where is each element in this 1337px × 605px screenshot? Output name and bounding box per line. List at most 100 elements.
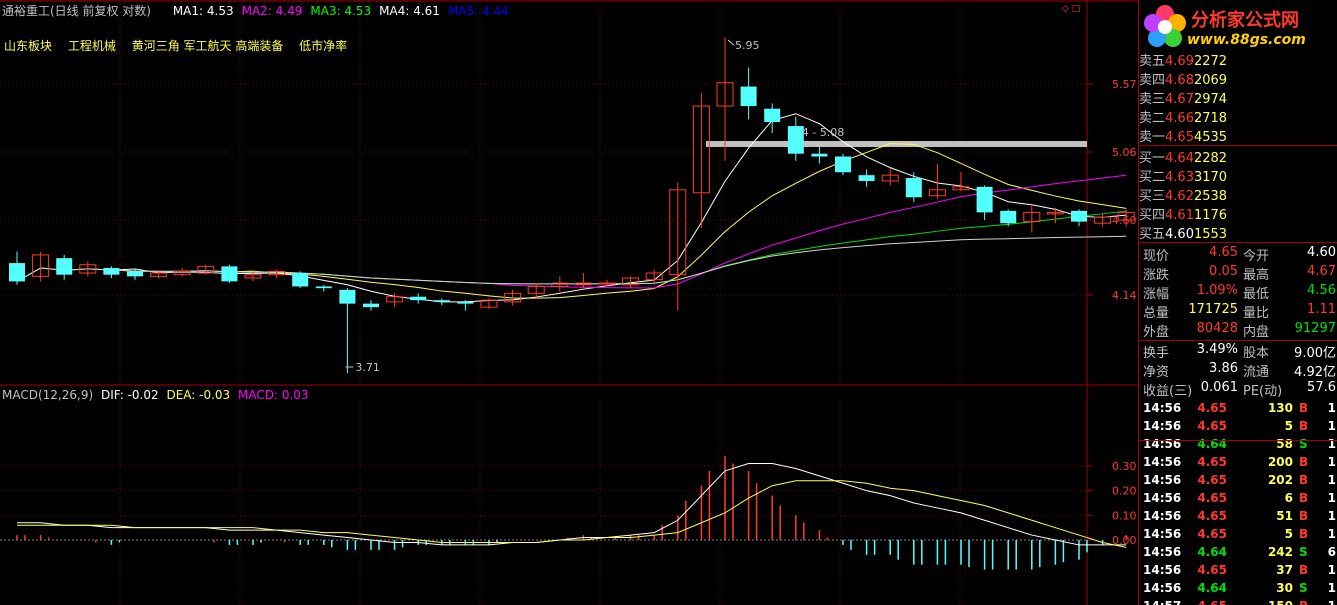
orderbook-label: 买五	[1139, 227, 1166, 242]
stat-value: 1.11	[1307, 302, 1336, 317]
tick-volume: 202	[1267, 473, 1293, 487]
chart-canvas[interactable]: 5.575.064.604.145.953.714 - 5.080.300.20…	[0, 0, 1138, 605]
window-icons[interactable]: ◇ □	[1062, 4, 1080, 14]
macd-dea: DEA: -0.03	[166, 388, 231, 402]
orderbook-label: 卖三	[1139, 92, 1166, 107]
orderbook-label: 买二	[1139, 170, 1166, 185]
tick-side: B	[1299, 599, 1308, 605]
orderbook-volume: 2272	[1193, 54, 1228, 69]
ma-label-5: MA5: 4.44	[447, 4, 509, 18]
tick-volume: 130	[1267, 401, 1293, 415]
orderbook-volume: 3170	[1193, 170, 1228, 185]
candle-body-down	[1000, 210, 1017, 224]
tick-side: B	[1299, 563, 1309, 577]
stat-row: 收益(三) 0.061 PE(动) 57.6	[1139, 380, 1337, 399]
high-annotation: 5.95	[735, 39, 760, 52]
concept-tags: 山东板块 工程机械 黄河三角 军工航天 高端装备 低市净率	[4, 37, 359, 54]
divider-line	[1139, 340, 1337, 341]
tick-side: B	[1299, 491, 1309, 505]
tick-side: B	[1299, 473, 1309, 487]
logo: 分析家公式网 www.88gs.com	[1139, 0, 1337, 54]
tick-price: 4.65	[1197, 563, 1227, 577]
concept-tag[interactable]: 工程机械	[68, 39, 116, 53]
ma-label-4: MA4: 4.61	[379, 4, 440, 18]
tick-row: 14:56 4.65 51 B 1	[1139, 509, 1337, 527]
orderbook-label: 卖四	[1139, 73, 1166, 88]
stat-value: 4.65	[1209, 245, 1238, 260]
orderbook-row: 买二4.633170	[1139, 166, 1337, 185]
candle-body-down	[457, 301, 474, 304]
stat-label: 收益(三)	[1143, 384, 1193, 399]
candle-body-down	[858, 175, 875, 181]
concept-tag[interactable]: 黄河三角 军工航天 高端装备	[132, 39, 284, 53]
orderbook-row: 卖三4.672974	[1139, 88, 1337, 107]
candle-body-down	[315, 286, 332, 289]
tick-time: 14:56	[1143, 509, 1182, 523]
divider-line	[1139, 242, 1337, 243]
tick-time: 14:56	[1143, 563, 1182, 577]
stat-row: 现价 4.65 今开 4.60	[1139, 245, 1337, 264]
tick-volume: 5	[1284, 527, 1293, 541]
stat-row: 换手 3.49% 股本 9.00亿	[1139, 342, 1337, 361]
divider-line	[1139, 145, 1337, 146]
kline-chart-area[interactable]: 5.57 5.06 4.60 4.14 5.95 3.71 4 - 5.08 0.30 0.20…	[0, 0, 1138, 605]
tick-side: S	[1299, 545, 1308, 559]
stock-title: 通裕重工(日线 前复权 对数)	[2, 4, 151, 18]
high-pointer	[727, 39, 735, 46]
stat-row: 涨幅 1.09% 最低 4.56	[1139, 283, 1337, 302]
price-axis-label: 5.06	[1112, 146, 1137, 159]
candle-body-down	[339, 289, 356, 304]
quote-panel: 分析家公式网 www.88gs.com 卖五4.692272 卖四4.682069…	[1138, 0, 1337, 605]
orderbook-row: 卖五4.692272	[1139, 50, 1337, 69]
tick-row: 14:56 4.64 30 S 1	[1139, 581, 1337, 599]
orderbook-volume: 4535	[1193, 130, 1228, 145]
stat-value: 0.05	[1209, 264, 1238, 279]
flower-logo-icon	[1144, 5, 1186, 47]
macd-axis-label: 0.30	[1112, 460, 1137, 473]
macd-header: MACD(12,26,9) DIF: -0.02 DEA: -0.03 MACD…	[2, 388, 313, 402]
candle-body-down	[9, 263, 25, 282]
chart-header: 通裕重工(日线 前复权 对数) MA1: 4.53 MA2: 4.49 MA3: 4…	[2, 2, 521, 19]
tick-count: 6	[1327, 545, 1336, 559]
stat-label: 内盘	[1243, 325, 1270, 340]
tick-row: 14:56 4.65 5 B 1	[1139, 419, 1337, 437]
concept-tag[interactable]: 低市净率	[299, 39, 347, 53]
orderbook-label: 买四	[1139, 208, 1166, 223]
concept-tag[interactable]: 山东板块	[4, 39, 52, 53]
orderbook-price: 4.65	[1165, 130, 1194, 145]
macd-dif: DIF: -0.02	[100, 388, 159, 402]
stat-label: 今开	[1243, 249, 1270, 264]
orderbook-price: 4.61	[1165, 208, 1194, 223]
tick-time: 14:56	[1143, 455, 1182, 469]
logo-title: 分析家公式网	[1191, 10, 1299, 31]
tick-side: B	[1299, 527, 1309, 541]
tick-row: 14:56 4.65 200 B 1	[1139, 455, 1337, 473]
tick-price: 4.65	[1197, 473, 1227, 487]
divider-line	[1139, 440, 1337, 441]
tick-price: 4.65	[1197, 527, 1227, 541]
logo-url: www.88gs.com	[1187, 32, 1306, 48]
orderbook-volume: 1553	[1193, 227, 1228, 242]
orderbook-label: 卖五	[1139, 54, 1166, 69]
tick-row: 14:56 4.65 5 B 1	[1139, 527, 1337, 545]
orderbook-volume: 2069	[1193, 73, 1228, 88]
tick-volume: 51	[1276, 509, 1293, 523]
candle-body-down	[221, 266, 238, 282]
tick-volume: 242	[1267, 545, 1293, 559]
candle-body-down	[905, 178, 922, 198]
stat-value: 3.86	[1209, 361, 1238, 376]
stat-label: 最高	[1243, 268, 1270, 283]
candle-body-down	[56, 258, 73, 275]
candle-body-up	[598, 282, 616, 285]
tick-volume: 30	[1276, 581, 1293, 595]
tick-volume: 5	[1284, 419, 1293, 433]
candle-body-down	[103, 268, 120, 275]
stat-value: 1.09%	[1196, 283, 1238, 298]
stat-label: PE(动)	[1243, 384, 1283, 399]
orderbook-row: 卖一4.654535	[1139, 126, 1337, 145]
macd-axis-label: 0.10	[1112, 509, 1137, 522]
tick-side: B	[1299, 509, 1309, 523]
tick-count: 1	[1328, 599, 1336, 605]
orderbook-price: 4.63	[1165, 170, 1194, 185]
candle-body-down	[976, 186, 993, 213]
